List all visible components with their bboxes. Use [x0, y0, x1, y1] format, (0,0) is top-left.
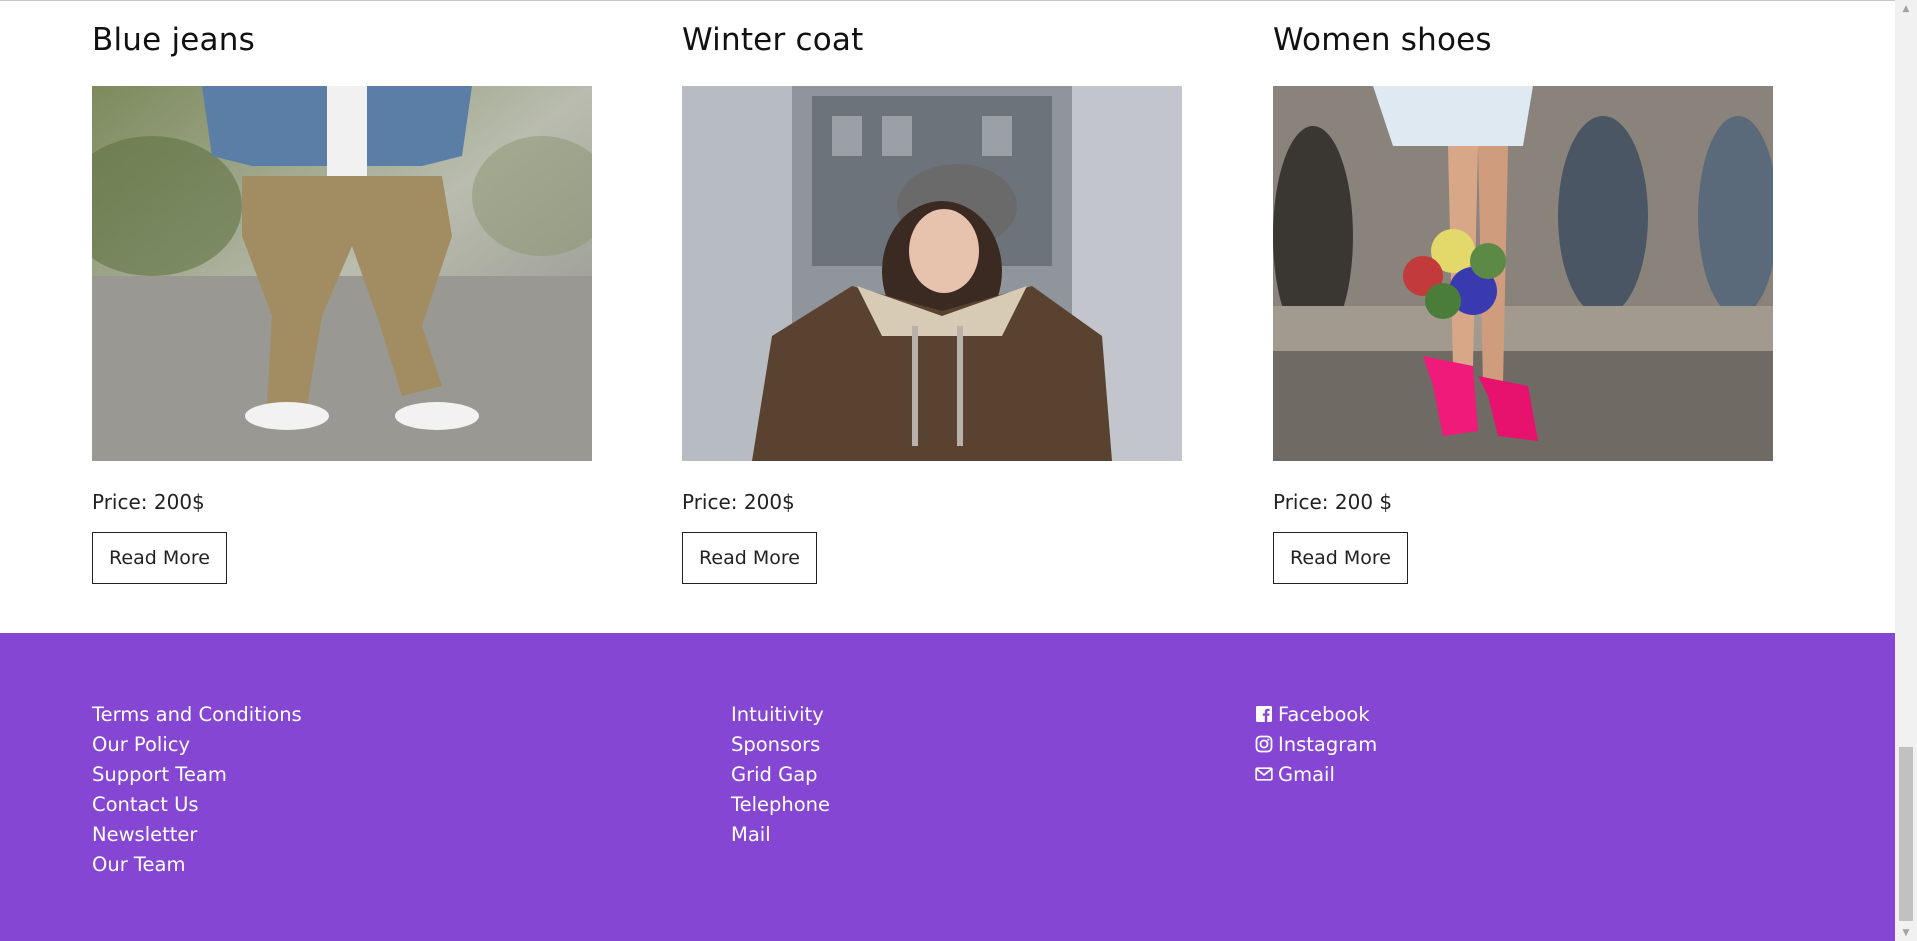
footer-link-intuitivity[interactable]: Intuitivity [731, 699, 830, 729]
site-footer: Terms and Conditions Our Policy Support … [0, 633, 1895, 941]
footer-link-support[interactable]: Support Team [92, 759, 302, 789]
footer-social-label: Instagram [1278, 732, 1378, 756]
footer-link-grid-gap[interactable]: Grid Gap [731, 759, 830, 789]
instagram-icon [1255, 735, 1273, 753]
footer-link-gmail[interactable]: Gmail [1255, 759, 1377, 789]
footer-link-team[interactable]: Our Team [92, 849, 302, 879]
page-scrollbar[interactable]: ▲ ▼ [1895, 0, 1917, 941]
scroll-up-arrow-icon[interactable]: ▲ [1895, 0, 1917, 17]
footer-link-newsletter[interactable]: Newsletter [92, 819, 302, 849]
envelope-icon [1255, 765, 1273, 783]
read-more-button[interactable]: Read More [92, 532, 227, 584]
footer-link-mail[interactable]: Mail [731, 819, 830, 849]
product-title: Winter coat [682, 22, 864, 58]
product-image-blue-jeans [92, 86, 592, 461]
footer-link-contact[interactable]: Contact Us [92, 789, 302, 819]
product-image-women-shoes [1273, 86, 1773, 461]
scroll-down-arrow-icon[interactable]: ▼ [1895, 924, 1917, 941]
product-title: Blue jeans [92, 22, 255, 58]
footer-link-terms[interactable]: Terms and Conditions [92, 699, 302, 729]
footer-link-facebook[interactable]: Facebook [1255, 699, 1377, 729]
footer-links-col-2: Intuitivity Sponsors Grid Gap Telephone … [731, 699, 830, 849]
product-price: Price: 200$ [682, 490, 795, 514]
scrollbar-thumb[interactable] [1899, 747, 1913, 921]
footer-link-telephone[interactable]: Telephone [731, 789, 830, 819]
footer-social-col: Facebook Instagram Gmail [1255, 699, 1377, 789]
footer-link-policy[interactable]: Our Policy [92, 729, 302, 759]
read-more-button[interactable]: Read More [1273, 532, 1408, 584]
product-price: Price: 200$ [92, 490, 205, 514]
footer-link-instagram[interactable]: Instagram [1255, 729, 1377, 759]
product-image-winter-coat [682, 86, 1182, 461]
footer-social-label: Facebook [1278, 702, 1370, 726]
product-grid: Blue jeans Price: 200$ Read More Winter … [0, 0, 1895, 633]
product-title: Women shoes [1273, 22, 1492, 58]
read-more-button[interactable]: Read More [682, 532, 817, 584]
footer-links-col-1: Terms and Conditions Our Policy Support … [92, 699, 302, 879]
footer-link-sponsors[interactable]: Sponsors [731, 729, 830, 759]
product-price: Price: 200 $ [1273, 490, 1393, 514]
facebook-icon [1255, 705, 1273, 723]
footer-social-label: Gmail [1278, 762, 1335, 786]
